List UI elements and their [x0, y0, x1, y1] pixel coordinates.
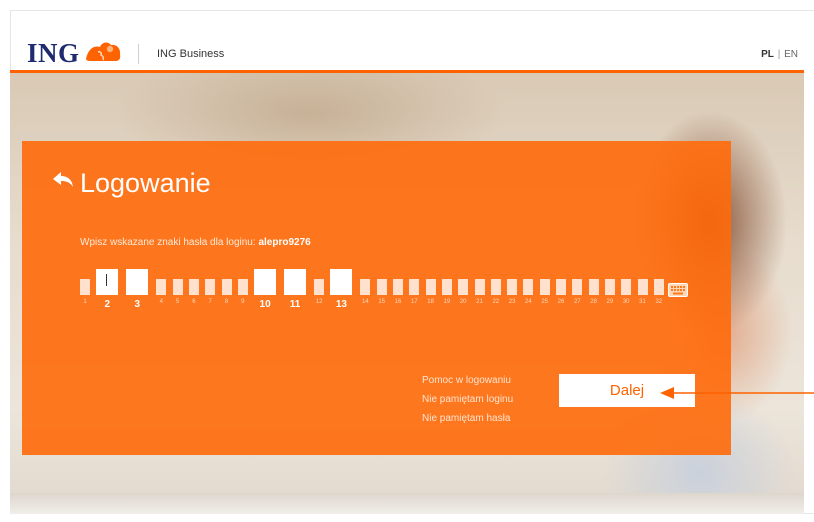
login-panel: Logowanie Wpisz wskazane znaki hasła dla…: [22, 141, 731, 455]
language-switcher: PL | EN: [761, 49, 798, 60]
password-char-number: 2: [104, 299, 111, 310]
password-char-disabled: [441, 279, 452, 295]
lang-separator: |: [777, 49, 781, 60]
password-char-disabled: [221, 279, 232, 295]
password-char-disabled: [507, 279, 518, 295]
password-char-number: 3: [134, 299, 141, 310]
back-arrow-icon[interactable]: [52, 171, 74, 194]
header-divider: [138, 44, 139, 64]
password-char-disabled: [237, 279, 248, 295]
help-link-forgot-password[interactable]: Nie pamiętam hasła: [422, 413, 513, 424]
password-char-disabled: [621, 279, 632, 295]
password-char-disabled: [314, 279, 325, 295]
password-char-disabled: [604, 279, 615, 295]
password-char-disabled: [490, 279, 501, 295]
password-char-disabled: [188, 279, 199, 295]
password-char-disabled: [156, 279, 167, 295]
lang-pl[interactable]: PL: [761, 49, 774, 60]
password-char-disabled: [409, 279, 420, 295]
help-link-forgot-login[interactable]: Nie pamiętam loginu: [422, 394, 513, 405]
password-char-disabled: [572, 279, 583, 295]
keyboard-icon[interactable]: [668, 283, 688, 302]
password-char-input[interactable]: [284, 269, 307, 295]
annotation-arrow-icon: [660, 386, 814, 405]
password-char-number: 13: [335, 299, 347, 310]
password-char-disabled: [393, 279, 403, 295]
password-char-disabled: [539, 279, 550, 295]
help-links: Pomoc w logowaniu Nie pamiętam loginu Ni…: [422, 375, 513, 432]
password-char-disabled: [360, 279, 371, 295]
lang-en[interactable]: EN: [784, 49, 798, 60]
password-char-disabled: [556, 279, 566, 295]
password-char-number: 11: [289, 299, 301, 310]
lion-logo-icon: [84, 39, 124, 68]
password-char-number: 1: [83, 299, 87, 305]
password-char-disabled: [458, 279, 469, 295]
username-label: alepro9276: [258, 237, 311, 248]
password-char-input[interactable]: [330, 269, 353, 295]
password-char-disabled: [588, 279, 599, 295]
password-char-input[interactable]: [96, 269, 119, 295]
password-char-input[interactable]: [254, 269, 277, 295]
password-char-disabled: [205, 279, 216, 295]
password-char-disabled: [474, 279, 485, 295]
help-link-login-help[interactable]: Pomoc w logowaniu: [422, 375, 513, 386]
instruction-text: Wpisz wskazane znaki hasła dla loginu:: [80, 237, 259, 248]
logo-text: ING: [27, 38, 80, 68]
product-name: ING Business: [157, 48, 225, 60]
password-char-number: 12: [315, 299, 323, 305]
password-char-disabled: [376, 279, 387, 295]
text-caret: [106, 274, 108, 286]
password-char-disabled: [172, 279, 183, 295]
ing-logo[interactable]: ING: [27, 38, 124, 69]
password-char-disabled: [523, 279, 534, 295]
password-instruction: Wpisz wskazane znaki hasła dla loginu: a…: [80, 237, 311, 248]
password-char-input[interactable]: [126, 269, 149, 295]
password-char-disabled: [425, 279, 436, 295]
password-char-number: 10: [259, 299, 271, 310]
password-char-disabled: [637, 279, 648, 295]
password-char-disabled: [80, 279, 90, 295]
password-char-number: 9: [241, 299, 245, 305]
background-footer-strip: [10, 493, 804, 514]
page-title: Logowanie: [80, 168, 211, 198]
password-char-disabled: [653, 279, 664, 295]
